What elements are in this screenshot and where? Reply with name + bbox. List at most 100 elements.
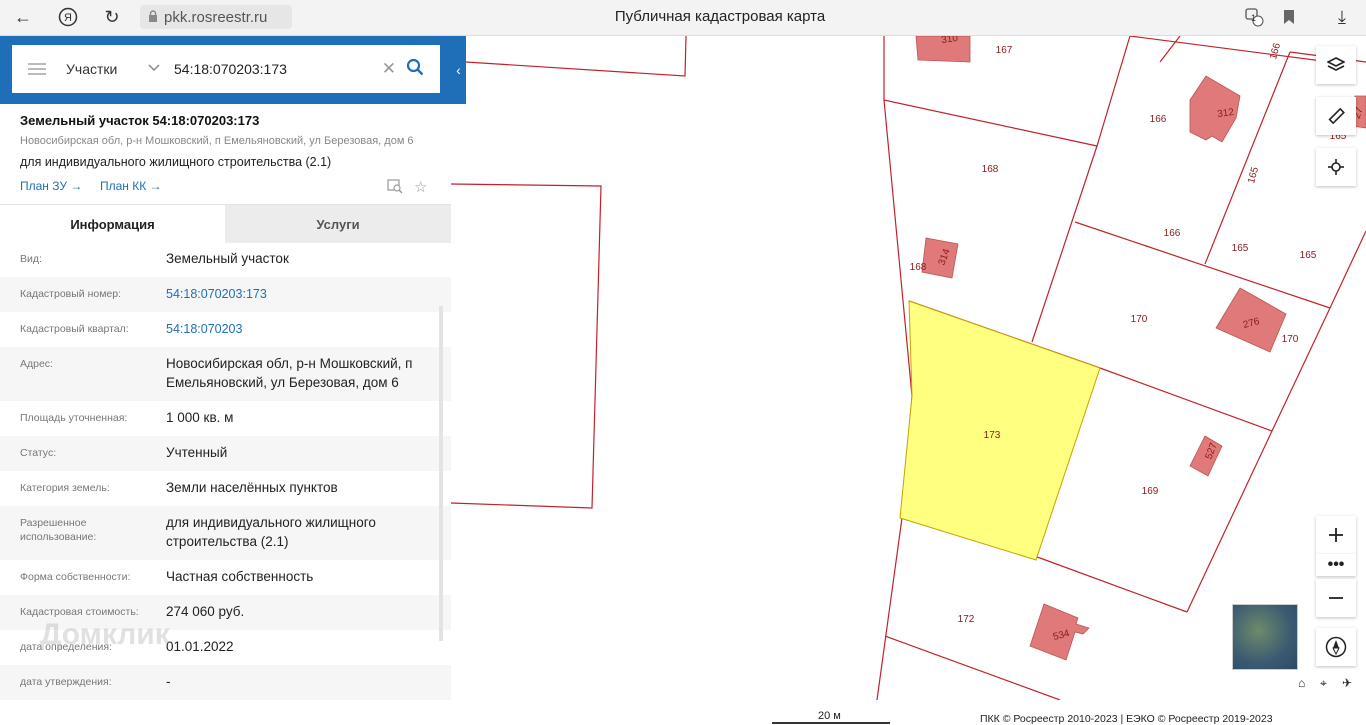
- share-icon[interactable]: ✈: [1342, 676, 1352, 690]
- search-icon[interactable]: [406, 58, 424, 81]
- plot-boundary: [1031, 145, 1098, 343]
- download-icon[interactable]: ⤓: [1328, 4, 1356, 30]
- plot-label: 165: [1246, 165, 1261, 184]
- chevron-down-icon[interactable]: [148, 63, 160, 75]
- info-value: 1 000 кв. м: [166, 410, 234, 425]
- info-key: Статус:: [20, 447, 57, 459]
- home-icon[interactable]: ⌂: [1298, 676, 1305, 690]
- collapse-panel-button[interactable]: ‹: [451, 56, 466, 84]
- plot-boundary: [1074, 221, 1331, 309]
- scale-bar: [772, 722, 890, 724]
- plot-boundary: [1099, 367, 1273, 432]
- map-attribution: ПКК © Росреестр 2010-2023 | ЕЭКО © Росре…: [980, 713, 1273, 725]
- search-input[interactable]: 54:18:070203:173: [174, 61, 382, 77]
- plot-label: 165: [1232, 243, 1249, 254]
- info-value: Земли населённых пунктов: [166, 480, 338, 495]
- plot-label: 169: [1142, 486, 1159, 497]
- plot-label: 166: [1164, 228, 1181, 239]
- info-key: Адрес:: [20, 358, 53, 370]
- plot-label: 166: [1150, 114, 1167, 125]
- layers-icon: [1327, 57, 1345, 71]
- more-zoom-button[interactable]: •••: [1316, 554, 1356, 576]
- plot-label: 170: [1131, 314, 1148, 325]
- plot-boundary: [1329, 230, 1366, 309]
- basemap-switcher[interactable]: [1232, 604, 1298, 670]
- tabs: Информация Услуги: [0, 204, 451, 243]
- browser-toolbar: ← Я ↻ pkk.rosreestr.ru Публичная кадастр…: [0, 0, 1366, 36]
- info-key: Вид:: [20, 253, 42, 265]
- tab-services[interactable]: Услуги: [225, 205, 451, 243]
- info-row: Кадастровый номер: 54:18:070203:173: [0, 277, 451, 312]
- ruler-icon: [1328, 107, 1345, 125]
- info-row: Категория земель: Земли населённых пункт…: [0, 471, 451, 506]
- zoom-in-button[interactable]: [1316, 516, 1356, 554]
- info-key: Площадь уточненная:: [20, 412, 128, 424]
- cadastral-quarter-link[interactable]: 54:18:070203: [166, 320, 441, 339]
- locate-small-icon[interactable]: ⌖: [1320, 676, 1327, 691]
- locate-button[interactable]: [1316, 148, 1356, 186]
- plot-label: 168: [910, 262, 927, 273]
- info-row: Форма собственности: Частная собственнос…: [0, 560, 451, 595]
- info-key: Категория земель:: [20, 482, 110, 494]
- page-title: Публичная кадастровая карта: [614, 8, 826, 25]
- plot-label: 168: [982, 164, 999, 175]
- object-address: Новосибирская обл, р-н Мошковский, п Еме…: [20, 135, 414, 147]
- info-value: -: [166, 674, 171, 689]
- plot-label: 166: [1268, 41, 1283, 60]
- crosshair-icon: [1328, 159, 1344, 175]
- plan-zu-link[interactable]: План ЗУ →: [20, 179, 82, 193]
- search-category-select[interactable]: Участки: [66, 61, 146, 77]
- info-value: Земельный участок: [166, 251, 289, 266]
- info-key: Кадастровая стоимость:: [20, 606, 139, 618]
- info-row: Статус: Учтенный: [0, 436, 451, 471]
- bookmark-icon[interactable]: [1275, 4, 1303, 30]
- tab-info[interactable]: Информация: [0, 205, 225, 243]
- layers-button[interactable]: [1316, 46, 1356, 84]
- search-box[interactable]: Участки 54:18:070203:173 ✕: [12, 45, 440, 93]
- info-key: Кадастровый номер:: [20, 288, 122, 300]
- plot-boundary: [450, 183, 602, 509]
- info-row: Адрес: Новосибирская обл, р-н Мошковский…: [0, 347, 451, 401]
- object-use: для индивидуального жилищного строительс…: [20, 155, 332, 169]
- plot-label: 170: [1282, 334, 1299, 345]
- clear-icon[interactable]: ✕: [382, 59, 396, 79]
- plot-label: 165: [1300, 250, 1317, 261]
- info-key: Форма собственности:: [20, 571, 131, 583]
- info-value: 274 060 руб.: [166, 604, 245, 619]
- watermark: Домклик: [40, 618, 170, 651]
- notification-count: 1: [1251, 13, 1257, 23]
- info-row: Кадастровый квартал: 54:18:070203: [0, 312, 451, 347]
- cadastral-number-link[interactable]: 54:18:070203:173: [166, 285, 441, 304]
- plot-label: 172: [958, 614, 975, 625]
- info-value: 01.01.2022: [166, 639, 234, 654]
- zoom-to-object-icon[interactable]: [387, 178, 403, 198]
- scale-label: 20 м: [818, 710, 841, 722]
- info-key: Кадастровый квартал:: [20, 323, 129, 335]
- compass-icon: [1325, 636, 1347, 658]
- star-icon[interactable]: ☆: [414, 178, 427, 196]
- info-row: Площадь уточненная: 1 000 кв. м: [0, 401, 451, 436]
- plot-label: 173: [984, 430, 1001, 441]
- info-row: Разрешенное использование: для индивидуа…: [0, 506, 451, 560]
- measure-button[interactable]: [1316, 97, 1356, 135]
- info-value: для индивидуального жилищного строительс…: [166, 515, 376, 549]
- info-row: Вид: Земельный участок: [0, 242, 451, 277]
- zoom-out-button[interactable]: [1316, 579, 1356, 617]
- info-key: дата утверждения:: [20, 676, 112, 688]
- plot-boundary: [1039, 557, 1188, 613]
- search-bar: Участки 54:18:070203:173 ✕ ‹: [0, 36, 466, 104]
- plus-icon: [1329, 528, 1343, 542]
- info-value: Учтенный: [166, 445, 228, 460]
- menu-icon[interactable]: [28, 60, 46, 78]
- plan-kk-link[interactable]: План КК →: [100, 179, 162, 193]
- minus-icon: [1329, 597, 1343, 599]
- object-title: Земельный участок 54:18:070203:173: [20, 113, 260, 128]
- info-value: Новосибирская обл, р-н Мошковский, п Еме…: [166, 356, 413, 390]
- plot-boundary: [465, 36, 687, 77]
- plot-label: 167: [996, 45, 1013, 56]
- plot-boundary: [1129, 36, 1331, 63]
- sidebar-panel: Участки 54:18:070203:173 ✕ ‹ Земельный у…: [0, 36, 466, 700]
- scrollbar[interactable]: [439, 306, 443, 641]
- compass-button[interactable]: [1316, 628, 1356, 666]
- plot-boundary: [876, 36, 913, 700]
